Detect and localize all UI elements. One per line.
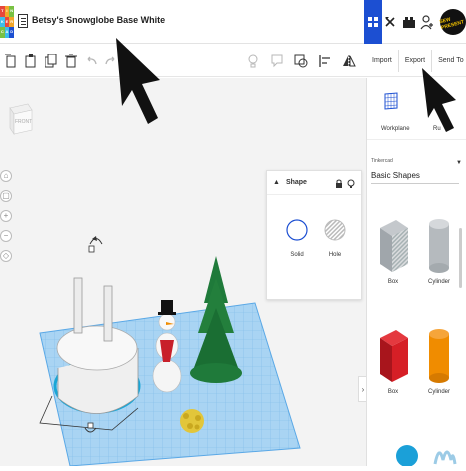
design-title[interactable]: Betsy's Snowglobe Base White <box>32 15 165 25</box>
align-icon <box>319 55 330 67</box>
solid-circle-icon <box>286 219 308 241</box>
shapes-library: Box Cylinder Box Cylinder <box>367 206 466 467</box>
library-scribble[interactable] <box>421 440 466 471</box>
top-bar: TINKERCAD Betsy's Snowglobe Base White S… <box>0 0 466 44</box>
user-add-icon <box>420 15 433 30</box>
user-avatar[interactable]: SEW PRESENT <box>439 9 466 35</box>
zoom-in-button[interactable]: + <box>0 210 12 222</box>
brick-icon <box>403 17 415 28</box>
plus-icon: + <box>3 211 9 220</box>
bricks-button[interactable] <box>400 0 418 44</box>
hole-option[interactable]: Hole <box>317 219 353 258</box>
fit-view-button[interactable]: ▢ <box>0 190 12 202</box>
hole-striped-icon <box>324 219 346 241</box>
duplicate-icon <box>45 53 57 67</box>
3d-viewport[interactable]: FRONT ⌂ ▢ + − ◇ ▲ Shape Solid Hole › <box>0 78 366 466</box>
view-cube[interactable]: FRONT <box>8 100 34 136</box>
orange-cylinder-icon <box>429 329 449 383</box>
shape-inspector-header[interactable]: ▲ Shape <box>267 171 361 195</box>
solid-option[interactable]: Solid <box>279 219 315 258</box>
library-box-red[interactable]: Box <box>369 326 417 395</box>
gray-box-icon <box>380 220 408 272</box>
delete-button[interactable] <box>62 51 80 71</box>
lock-icon[interactable] <box>335 176 343 194</box>
library-category-select[interactable]: Basic Shapes <box>371 168 459 184</box>
height-handle[interactable] <box>88 245 95 253</box>
paste-icon <box>25 53 36 67</box>
paste-button[interactable] <box>22 51 40 71</box>
scribble-icon <box>433 450 457 465</box>
3d-view-button[interactable] <box>364 0 382 44</box>
hammer-pick-icon <box>385 17 395 27</box>
view-cube-icon <box>9 103 33 135</box>
logo-tile: D <box>9 27 14 38</box>
collapse-caret-icon[interactable]: ▲ <box>273 179 280 186</box>
speech-bubble-icon <box>271 54 283 68</box>
shape-inspector-title: Shape <box>285 179 307 186</box>
duplicate-button[interactable] <box>42 51 60 71</box>
library-source-label: Tinkercad <box>371 158 393 164</box>
share-user-button[interactable] <box>418 0 436 44</box>
view-controls: ⌂ ▢ + − ◇ <box>0 170 14 262</box>
fit-all-icon: ▢ <box>2 191 10 200</box>
align-button[interactable] <box>316 51 334 71</box>
perspective-icon: ◇ <box>2 251 10 260</box>
lightbulb-icon[interactable] <box>347 176 355 194</box>
undo-button[interactable] <box>82 51 100 71</box>
new-shape-button[interactable] <box>2 51 20 71</box>
import-button[interactable]: Import <box>366 50 398 72</box>
rotate-handle-icon[interactable] <box>89 236 103 245</box>
undo-icon <box>87 56 97 64</box>
group-button[interactable] <box>292 51 310 71</box>
snowflake[interactable] <box>180 409 204 433</box>
workplane-label: Workplane <box>381 126 410 132</box>
group-icon <box>294 54 308 68</box>
home-icon: ⌂ <box>3 171 9 180</box>
library-cylinder-gray[interactable]: Cylinder <box>415 216 463 285</box>
red-box-icon <box>380 330 408 382</box>
mirror-button[interactable] <box>340 51 358 71</box>
notes-button[interactable] <box>244 51 262 71</box>
codeblocks-button[interactable] <box>382 0 400 44</box>
copy-icon <box>5 53 16 67</box>
lightbulb-icon <box>248 54 258 68</box>
blue-sphere-icon <box>396 445 418 467</box>
dropdown-caret-icon[interactable]: ▼ <box>456 160 462 166</box>
pointer-arrow-icon <box>116 38 160 124</box>
chevron-right-icon: › <box>361 384 365 394</box>
library-cylinder-orange[interactable]: Cylinder <box>415 326 463 395</box>
pointer-arrow-icon-2 <box>422 68 456 132</box>
zoom-out-button[interactable]: − <box>0 230 12 242</box>
edit-toolbar <box>0 45 366 77</box>
logo-tile: N <box>9 6 14 17</box>
grid-view-icon <box>368 17 378 27</box>
comment-button[interactable] <box>268 51 286 71</box>
document-icon <box>18 14 28 28</box>
gray-cylinder-icon <box>429 219 449 273</box>
home-view-button[interactable]: ⌂ <box>0 170 12 182</box>
view-cube-face-label: FRONT <box>15 119 33 125</box>
minus-icon: − <box>3 231 9 240</box>
shape-inspector: ▲ Shape Solid Hole <box>266 170 362 300</box>
tinkercad-logo[interactable]: TINKERCAD <box>0 6 14 38</box>
trash-icon <box>65 53 77 67</box>
workplane-tool[interactable] <box>383 92 399 115</box>
library-box-gray[interactable]: Box <box>369 216 417 285</box>
right-panel: Workplane Ru Tinkercad Basic Shapes ▼ Bo… <box>366 78 466 467</box>
collapse-panel-button[interactable]: › <box>358 376 366 402</box>
mirror-icon <box>343 55 356 67</box>
perspective-button[interactable]: ◇ <box>0 250 12 262</box>
logo-tile: R <box>9 16 14 28</box>
workplane-grid-icon <box>384 92 398 110</box>
